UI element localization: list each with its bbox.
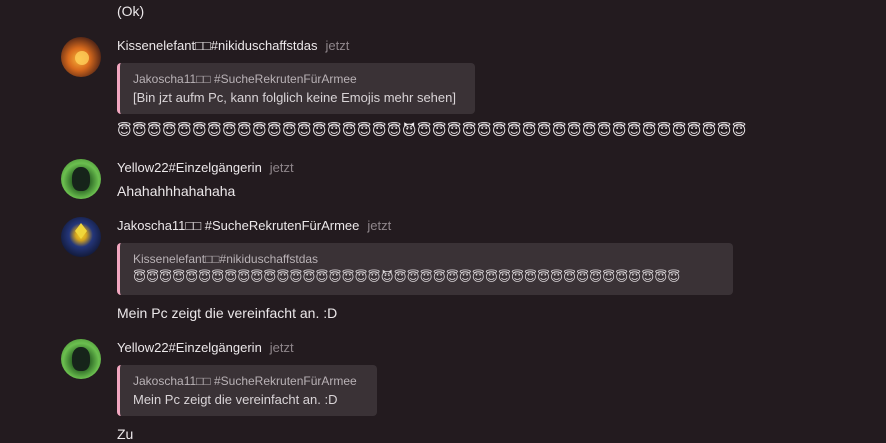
message-header: Kissenelefant□□#nikiduschaffstdas jetzt <box>117 38 349 54</box>
message-text: Mein Pc zeigt die vereinfacht an. :D <box>117 305 338 321</box>
message-text: Zu <box>117 426 134 442</box>
quote-text: 😇😇😇😇😇😇😇😇😇😇😇😇😇😇😇😇😇😇😇😈😇😇😇😇😇😇😇😇😇😇😇😇😇😇😇😇😇😇😇😇… <box>133 270 681 284</box>
username[interactable]: Yellow22#Einzelgängerin <box>117 160 262 175</box>
message-text: Ahahahhhahahaha <box>117 183 236 199</box>
message-text: 😇😇😇😇😇😇😇😇😇😇😇😇😇😇😇😇😇😇😇😈😇😇😇😇😇😇😇😇😇😇😇😇😇😇😇😇😇😇😇😇… <box>117 123 747 139</box>
timestamp: jetzt <box>269 160 294 175</box>
username[interactable]: Kissenelefant□□#nikiduschaffstdas <box>117 38 317 53</box>
reply-quote[interactable]: Jakoscha11□□ #SucheRekrutenFürArmee Mein… <box>117 365 377 416</box>
reply-quote[interactable]: Kissenelefant□□#nikiduschaffstdas 😇😇😇😇😇😇… <box>117 243 733 295</box>
quote-text: [Bin jzt aufm Pc, kann folglich keine Em… <box>133 90 456 105</box>
username[interactable]: Jakoscha11□□ #SucheRekrutenFürArmee <box>117 218 359 233</box>
green-cat-avatar[interactable] <box>61 339 101 379</box>
quote-text: Mein Pc zeigt die vereinfacht an. :D <box>133 392 338 407</box>
message-continuation: (Ok) <box>117 3 145 19</box>
green-cat-avatar[interactable] <box>61 159 101 199</box>
quote-author: Jakoscha11□□ #SucheRekrutenFürArmee <box>133 374 357 388</box>
chat-log: (Ok) Kissenelefant□□#nikiduschaffstdas je… <box>0 0 886 442</box>
message-header: Jakoscha11□□ #SucheRekrutenFürArmee jetzt <box>117 218 391 234</box>
timestamp: jetzt <box>367 218 392 233</box>
timestamp: jetzt <box>325 38 350 53</box>
quote-author: Kissenelefant□□#nikiduschaffstdas <box>133 252 319 266</box>
timestamp: jetzt <box>269 340 294 355</box>
cat-avatar[interactable] <box>61 37 101 77</box>
username[interactable]: Yellow22#Einzelgängerin <box>117 340 262 355</box>
reply-quote[interactable]: Jakoscha11□□ #SucheRekrutenFürArmee [Bin… <box>117 63 475 114</box>
emblem-avatar[interactable] <box>61 217 101 257</box>
message-header: Yellow22#Einzelgängerin jetzt <box>117 160 294 176</box>
message-header: Yellow22#Einzelgängerin jetzt <box>117 340 294 356</box>
quote-author: Jakoscha11□□ #SucheRekrutenFürArmee <box>133 72 357 86</box>
